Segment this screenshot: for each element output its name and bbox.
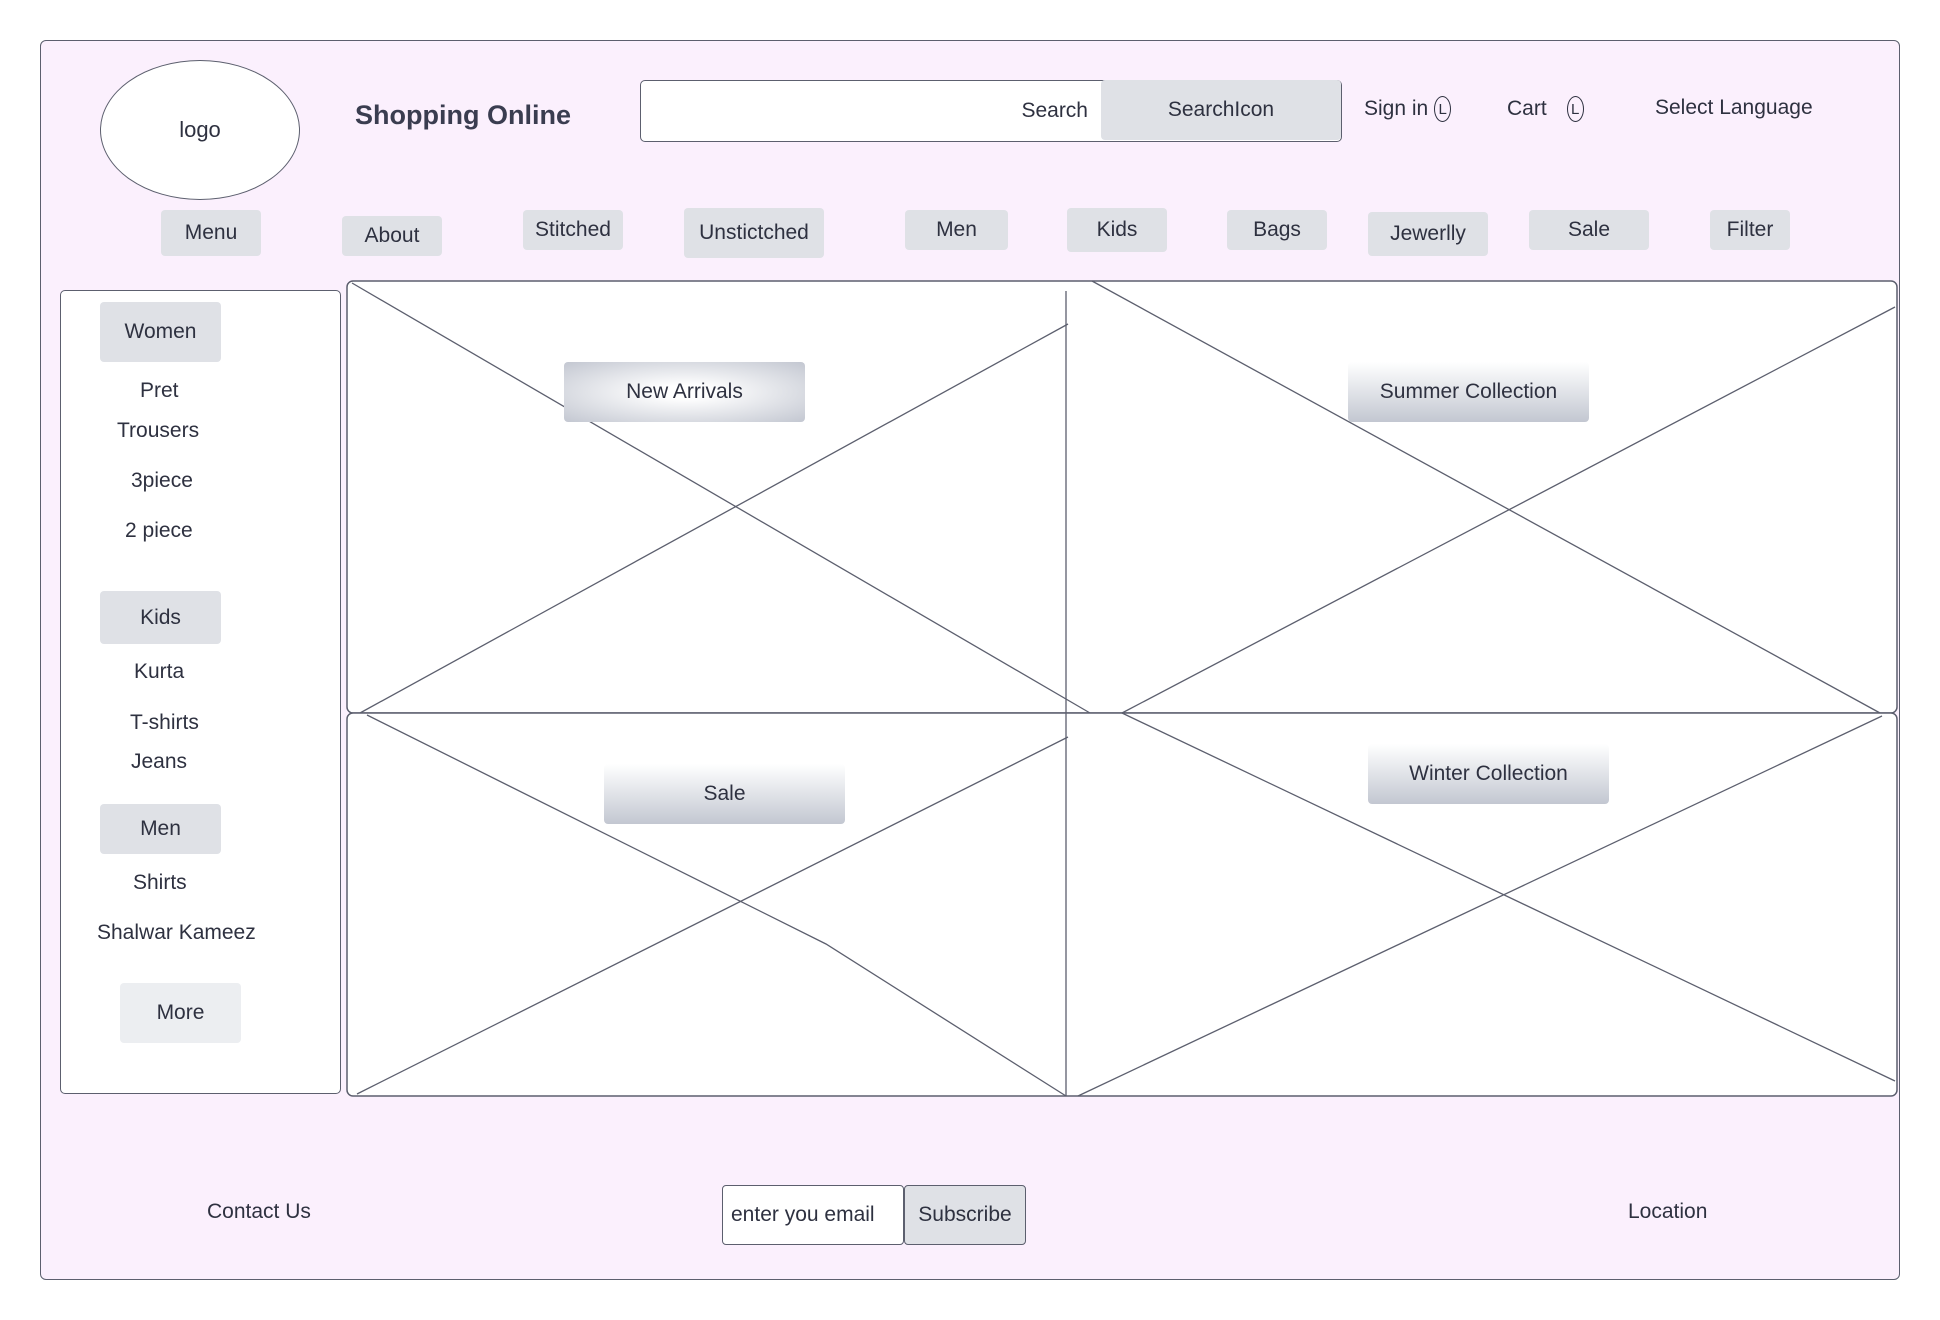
email-field[interactable] — [722, 1185, 904, 1245]
subscribe-button[interactable]: Subscribe — [904, 1185, 1026, 1245]
promo-label: New Arrivals — [626, 380, 743, 403]
subscribe-label: Subscribe — [918, 1203, 1012, 1226]
location-link[interactable]: Location — [1628, 1200, 1707, 1224]
image-placeholder-bottom — [346, 712, 1898, 1097]
promo-label: Summer Collection — [1379, 380, 1558, 403]
image-placeholder-grid — [346, 280, 1898, 1097]
summer-collection-button[interactable]: Summer Collection — [1348, 362, 1589, 422]
sale-promo-button[interactable]: Sale — [604, 764, 845, 824]
promo-label: Winter Collection — [1409, 762, 1568, 785]
image-placeholder-top — [346, 280, 1898, 714]
winter-collection-button[interactable]: Winter Collection — [1368, 744, 1609, 804]
new-arrivals-button[interactable]: New Arrivals — [564, 362, 805, 422]
contact-us-link[interactable]: Contact Us — [207, 1200, 311, 1224]
promo-label: Sale — [703, 782, 746, 805]
